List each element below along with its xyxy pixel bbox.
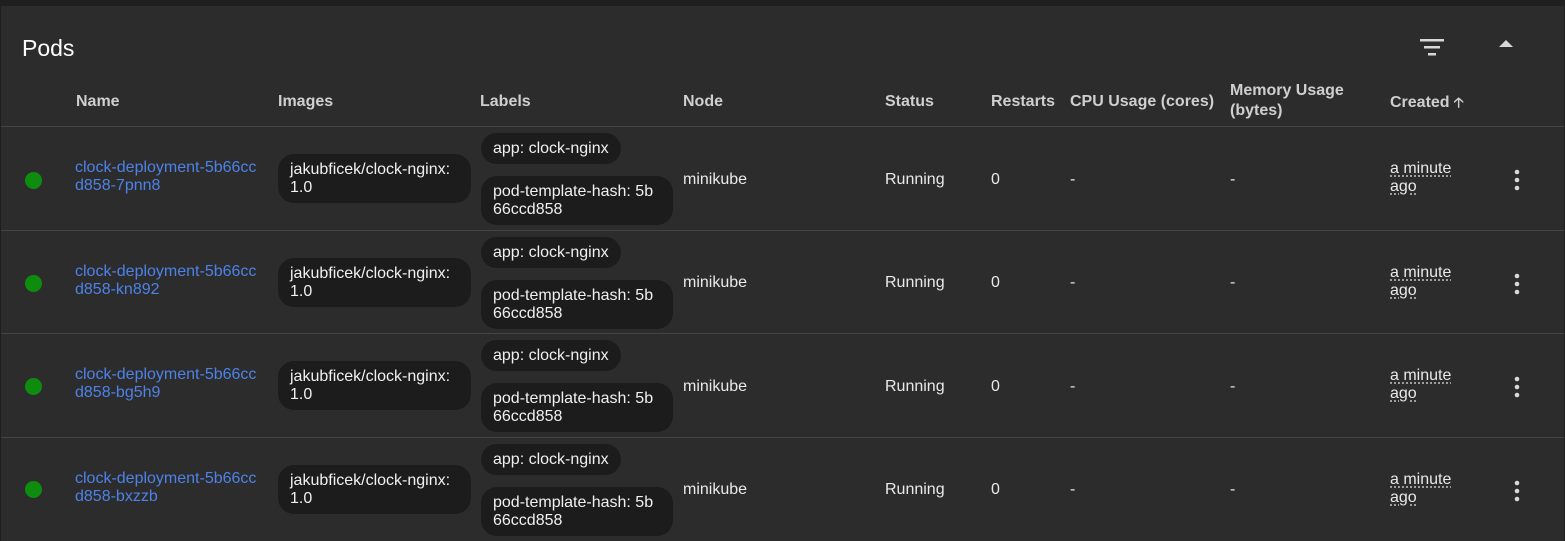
node-value: minikube xyxy=(683,274,748,291)
memory-value: - xyxy=(1230,274,1236,291)
created-value: a minute ago xyxy=(1390,367,1452,402)
cpu-value: - xyxy=(1070,274,1076,291)
col-header-status[interactable]: Status xyxy=(885,92,934,112)
node-value: minikube xyxy=(683,481,748,498)
image-chip: jakubficek/clock-nginx:1.0 xyxy=(278,154,471,203)
label-chip-app: app: clock-nginx xyxy=(481,133,621,164)
cpu-value: - xyxy=(1070,171,1076,188)
col-header-created-label: Created xyxy=(1390,94,1450,111)
status-running-icon xyxy=(25,172,42,189)
cpu-value: - xyxy=(1070,481,1076,498)
node-value: minikube xyxy=(683,378,748,395)
label-chip-hash: pod-template-hash: 5b66ccd858 xyxy=(481,176,673,225)
arrow-up-icon: 🡡 xyxy=(1453,94,1464,110)
table-row[interactable]: clock-deployment-5b66ccd858-bxzzb jakubf… xyxy=(1,437,1564,541)
pod-name-link[interactable]: clock-deployment-5b66ccd858-kn892 xyxy=(75,263,260,299)
collapse-up-icon[interactable] xyxy=(1489,27,1523,61)
col-header-memory[interactable]: Memory Usage (bytes) xyxy=(1230,81,1370,121)
status-value: Running xyxy=(885,378,945,395)
image-chip: jakubficek/clock-nginx:1.0 xyxy=(278,361,471,410)
memory-value: - xyxy=(1230,481,1236,498)
col-header-created[interactable]: Created 🡡 xyxy=(1390,92,1464,113)
label-chip-hash: pod-template-hash: 5b66ccd858 xyxy=(481,280,673,329)
restarts-value: 0 xyxy=(991,378,1000,395)
memory-value: - xyxy=(1230,378,1236,395)
restarts-value: 0 xyxy=(991,274,1000,291)
label-chip-hash: pod-template-hash: 5b66ccd858 xyxy=(481,383,673,432)
col-header-labels[interactable]: Labels xyxy=(480,92,531,112)
pod-name-link[interactable]: clock-deployment-5b66ccd858-bxzzb xyxy=(75,470,260,506)
memory-value: - xyxy=(1230,171,1236,188)
label-chip-app: app: clock-nginx xyxy=(481,444,621,475)
pod-name-link[interactable]: clock-deployment-5b66ccd858-7pnn8 xyxy=(75,159,260,195)
restarts-value: 0 xyxy=(991,171,1000,188)
status-value: Running xyxy=(885,274,945,291)
status-running-icon xyxy=(25,481,42,498)
created-value: a minute ago xyxy=(1390,264,1452,299)
more-vert-icon[interactable] xyxy=(1504,478,1530,504)
node-value: minikube xyxy=(683,171,748,188)
label-chip-hash: pod-template-hash: 5b66ccd858 xyxy=(481,487,673,536)
col-header-cpu[interactable]: CPU Usage (cores) xyxy=(1070,92,1214,112)
status-running-icon xyxy=(25,275,42,292)
restarts-value: 0 xyxy=(991,481,1000,498)
col-header-name[interactable]: Name xyxy=(76,92,120,112)
image-chip: jakubficek/clock-nginx:1.0 xyxy=(278,258,471,307)
table-row[interactable]: clock-deployment-5b66ccd858-kn892 jakubf… xyxy=(1,230,1564,334)
col-header-node[interactable]: Node xyxy=(683,92,723,112)
table-row[interactable]: clock-deployment-5b66ccd858-7pnn8 jakubf… xyxy=(1,126,1564,230)
status-running-icon xyxy=(25,378,42,395)
created-value: a minute ago xyxy=(1390,471,1452,506)
label-chip-app: app: clock-nginx xyxy=(481,237,621,268)
status-value: Running xyxy=(885,481,945,498)
image-chip: jakubficek/clock-nginx:1.0 xyxy=(278,465,471,514)
pod-name-link[interactable]: clock-deployment-5b66ccd858-bg5h9 xyxy=(75,366,260,402)
col-header-restarts[interactable]: Restarts xyxy=(991,92,1055,112)
created-value: a minute ago xyxy=(1390,160,1452,195)
cpu-value: - xyxy=(1070,378,1076,395)
more-vert-icon[interactable] xyxy=(1504,374,1530,400)
status-value: Running xyxy=(885,171,945,188)
filter-icon[interactable] xyxy=(1414,30,1448,64)
label-chip-app: app: clock-nginx xyxy=(481,340,621,371)
col-header-images[interactable]: Images xyxy=(278,92,333,112)
more-vert-icon[interactable] xyxy=(1504,271,1530,297)
more-vert-icon[interactable] xyxy=(1504,167,1530,193)
table-row[interactable]: clock-deployment-5b66ccd858-bg5h9 jakubf… xyxy=(1,333,1564,437)
panel-title: Pods xyxy=(22,35,75,61)
